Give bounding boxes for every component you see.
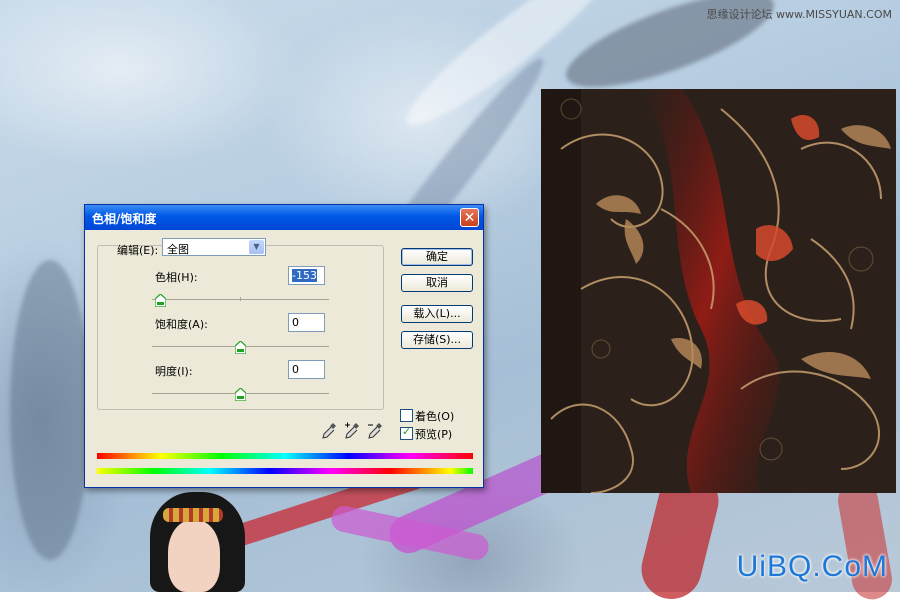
adjustment-group	[97, 245, 384, 410]
preview-checkbox[interactable]	[400, 425, 413, 440]
eyedropper-minus-icon[interactable]	[367, 422, 383, 440]
chevron-down-icon[interactable]: ▼	[249, 240, 264, 254]
watermark-uibq: UiBQ.CoM	[736, 550, 888, 583]
edit-label: 编辑(E):	[117, 244, 159, 257]
ok-button[interactable]: 确定	[401, 248, 473, 266]
lightness-input[interactable]: 0	[288, 360, 325, 379]
saturation-input[interactable]: 0	[288, 313, 325, 332]
colorize-label[interactable]: 着色(O)	[415, 408, 454, 424]
hue-saturation-dialog: 色相/饱和度 ✕ 编辑(E): 全图 ▼ 色相(H): -153 饱和度(A):…	[84, 204, 484, 488]
eyedropper-plus-icon[interactable]	[344, 422, 360, 440]
lightness-label: 明度(I):	[155, 365, 193, 378]
saturation-slider-thumb[interactable]	[235, 341, 246, 354]
saturation-label: 饱和度(A):	[155, 318, 208, 331]
save-button[interactable]: 存储(S)...	[401, 331, 473, 349]
edit-channel-value: 全图	[167, 243, 189, 256]
input-color-bar	[97, 453, 473, 459]
lightness-slider-thumb[interactable]	[235, 388, 246, 401]
saturation-value: 0	[292, 316, 299, 329]
lightness-value: 0	[292, 363, 299, 376]
load-button[interactable]: 载入(L)...	[401, 305, 473, 323]
hue-value: -153	[292, 269, 317, 282]
colorize-checkbox[interactable]	[400, 409, 413, 422]
dialog-title: 色相/饱和度	[92, 212, 157, 226]
floral-pattern-graphic	[541, 89, 896, 493]
floral-pattern-layer	[541, 89, 896, 493]
hue-label: 色相(H):	[155, 271, 198, 284]
close-icon: ✕	[463, 210, 476, 226]
artwork-figure-ornament	[163, 508, 223, 522]
hue-slider-track[interactable]	[152, 297, 329, 301]
cancel-button[interactable]: 取消	[401, 274, 473, 292]
artwork-figure-face	[168, 520, 220, 592]
edit-channel-select[interactable]: 全图 ▼	[162, 238, 266, 256]
output-color-bar	[97, 468, 473, 474]
hue-slider-thumb[interactable]	[155, 294, 166, 307]
preview-label[interactable]: 预览(P)	[415, 426, 452, 442]
artwork-brush-streak	[10, 260, 90, 560]
close-button[interactable]: ✕	[460, 208, 479, 227]
dialog-titlebar[interactable]: 色相/饱和度 ✕	[85, 205, 483, 230]
watermark-top: 思缘设计论坛 www.MISSYUAN.COM	[706, 8, 892, 21]
eyedropper-icon[interactable]	[321, 422, 337, 440]
hue-input[interactable]: -153	[288, 266, 325, 285]
